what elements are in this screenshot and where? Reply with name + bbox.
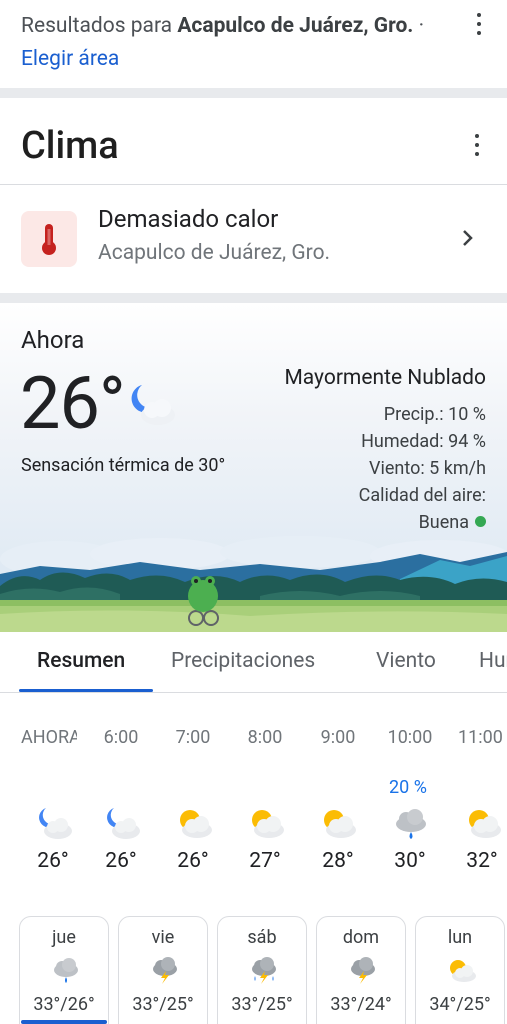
day-name: sáb bbox=[247, 927, 277, 948]
hour-time: 9:00 bbox=[320, 727, 356, 748]
hour-precip: 20 % bbox=[389, 777, 427, 798]
results-header: Resultados para Acapulco de Juárez, Gro.… bbox=[0, 0, 507, 88]
rain-cloud-icon bbox=[54, 958, 78, 983]
selected-day-indicator bbox=[21, 1020, 107, 1024]
day-card[interactable]: sáb 33°/25° bbox=[217, 916, 307, 1024]
tab-summary[interactable]: Resumen bbox=[37, 649, 125, 673]
day-name: jue bbox=[52, 927, 76, 948]
day-temps: 33°/24° bbox=[330, 994, 392, 1015]
partly-cloudy-icon bbox=[324, 810, 356, 838]
thermometer-icon bbox=[21, 211, 77, 267]
rain-cloud-icon bbox=[396, 809, 426, 839]
card-title: Clima bbox=[21, 124, 119, 168]
day-card[interactable]: dom 33°/24° bbox=[316, 916, 406, 1024]
hour-temp: 26° bbox=[177, 849, 209, 873]
hour-time: AHORA bbox=[21, 727, 77, 748]
hour-temp: 32° bbox=[466, 849, 498, 873]
hour-time: 7:00 bbox=[175, 727, 211, 748]
day-name: vie bbox=[151, 927, 175, 948]
thunderstorm-icon bbox=[351, 957, 375, 984]
wind-detail: Viento: 5 km/h bbox=[369, 458, 486, 479]
choose-area-link[interactable]: Elegir área bbox=[21, 47, 119, 71]
humidity-detail: Humedad: 94 % bbox=[361, 431, 486, 452]
results-separator: · bbox=[413, 14, 425, 38]
active-tab-indicator bbox=[19, 689, 153, 692]
now-label: Ahora bbox=[21, 326, 85, 354]
partly-cloudy-icon bbox=[252, 810, 284, 838]
card-separator bbox=[0, 184, 507, 185]
night-partly-cloudy-icon bbox=[107, 808, 140, 839]
day-name: dom bbox=[342, 927, 380, 948]
hour-temp: 27° bbox=[249, 849, 281, 873]
hour-temp: 28° bbox=[322, 849, 354, 873]
hour-time: 10:00 bbox=[387, 727, 433, 748]
chevron-right-icon bbox=[463, 230, 473, 246]
air-quality-value-row[interactable]: Buena bbox=[419, 512, 486, 533]
weather-tabs: Resumen Precipitaciones Viento Humedad bbox=[0, 632, 507, 693]
hour-temp: 30° bbox=[394, 849, 426, 873]
results-location: Acapulco de Juárez, Gro. bbox=[177, 14, 414, 38]
day-card[interactable]: vie 33°/25° bbox=[118, 916, 208, 1024]
night-partly-cloudy-icon bbox=[131, 385, 175, 425]
hour-time: 6:00 bbox=[103, 727, 139, 748]
results-text: Resultados para Acapulco de Juárez, Gro.… bbox=[21, 10, 461, 76]
tab-wind[interactable]: Viento bbox=[376, 649, 436, 673]
feels-like: Sensación térmica de 30° bbox=[21, 455, 226, 476]
day-card[interactable]: jue 33°/26° bbox=[19, 916, 109, 1024]
section-divider bbox=[0, 293, 507, 303]
partly-cloudy-icon bbox=[450, 960, 476, 982]
alert-title: Demasiado calor bbox=[98, 205, 279, 233]
day-card[interactable]: lun 34°/25° bbox=[415, 916, 505, 1024]
day-temps: 33°/26° bbox=[33, 994, 95, 1015]
partly-cloudy-icon bbox=[469, 810, 501, 838]
day-temps: 34°/25° bbox=[429, 994, 491, 1015]
night-partly-cloudy-icon bbox=[39, 808, 72, 839]
weather-condition: Mayormente Nublado bbox=[284, 366, 486, 390]
partly-cloudy-icon bbox=[180, 810, 212, 838]
thunderstorm-rain-icon bbox=[252, 957, 276, 984]
hour-temp: 26° bbox=[37, 849, 69, 873]
section-divider bbox=[0, 88, 507, 98]
tab-humidity[interactable]: Humedad bbox=[479, 649, 507, 673]
alert-subtitle: Acapulco de Juárez, Gro. bbox=[98, 241, 331, 265]
tab-precipitation[interactable]: Precipitaciones bbox=[171, 649, 315, 673]
day-temps: 33°/25° bbox=[132, 994, 194, 1015]
thunderstorm-icon bbox=[153, 957, 177, 984]
hour-time: 11:00 bbox=[458, 727, 503, 748]
day-temps: 33°/25° bbox=[231, 994, 293, 1015]
hour-time: 8:00 bbox=[247, 727, 283, 748]
hour-temp: 26° bbox=[105, 849, 137, 873]
results-more-icon[interactable] bbox=[476, 13, 482, 35]
air-quality-dot-icon bbox=[475, 516, 486, 527]
current-temperature: 26° bbox=[20, 361, 126, 446]
air-quality-value: Buena bbox=[418, 512, 469, 533]
day-name: lun bbox=[447, 927, 473, 948]
card-more-icon[interactable] bbox=[474, 134, 480, 156]
air-quality-label: Calidad del aire: bbox=[358, 485, 486, 506]
results-prefix: Resultados para bbox=[21, 14, 178, 38]
precipitation-detail: Precip.: 10 % bbox=[383, 404, 486, 425]
